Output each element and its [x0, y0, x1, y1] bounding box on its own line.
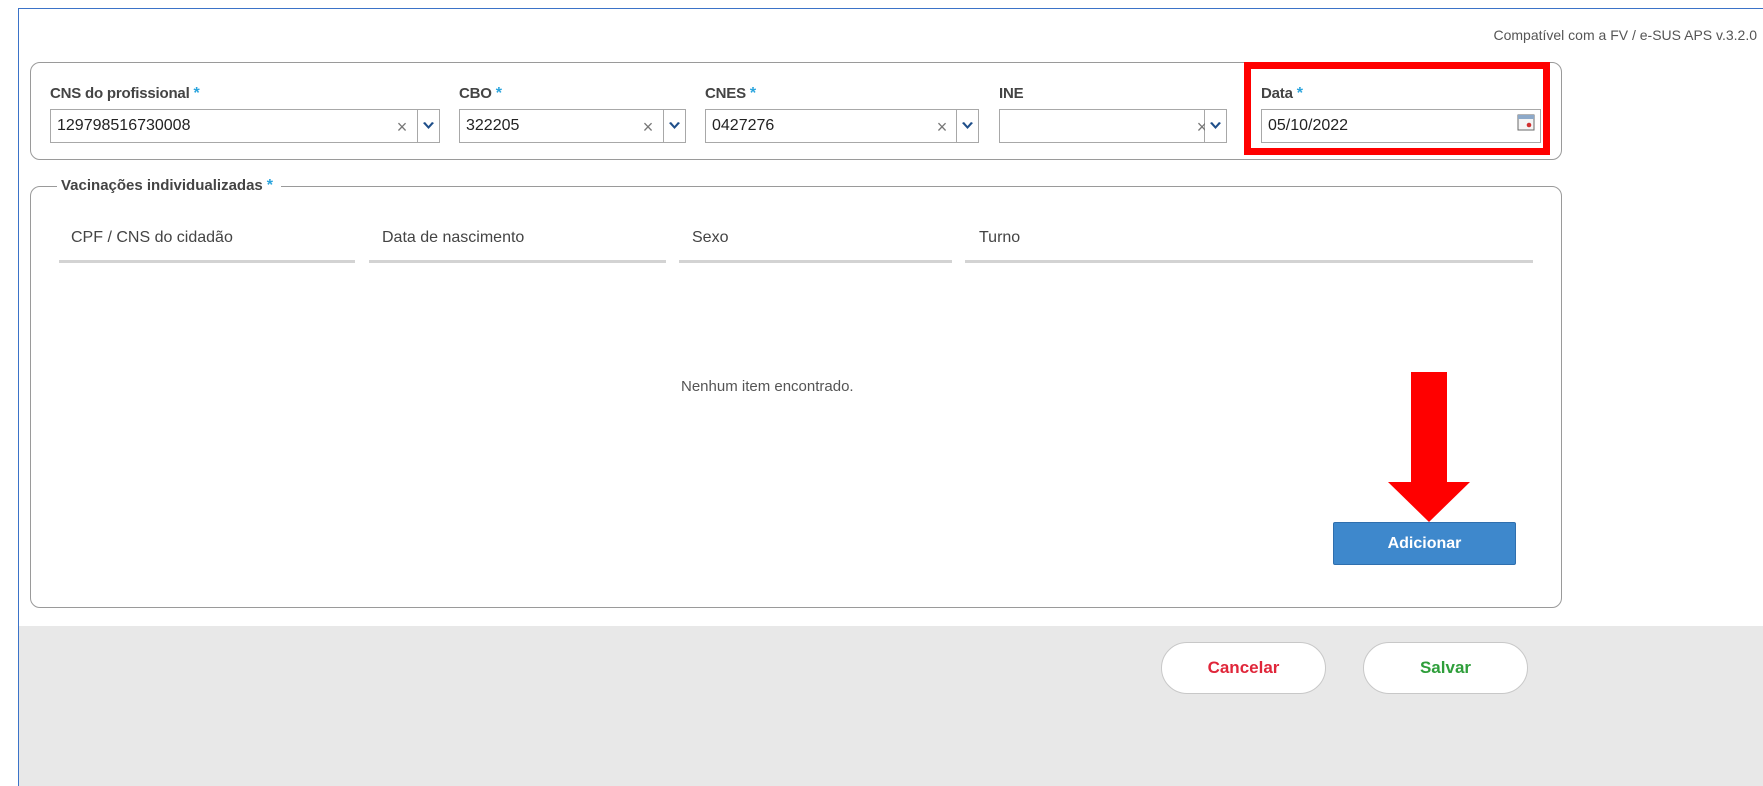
- chevron-down-icon: [1210, 122, 1221, 129]
- cns-input[interactable]: 129798516730008: [50, 109, 418, 143]
- save-button[interactable]: Salvar: [1363, 642, 1528, 694]
- vaccinations-legend: Vacinações individualizadas *: [57, 177, 281, 195]
- cnes-input[interactable]: 0427276: [705, 109, 957, 143]
- required-marker: *: [749, 85, 756, 102]
- cancel-button[interactable]: Cancelar: [1161, 642, 1326, 694]
- close-icon[interactable]: ×: [933, 109, 951, 143]
- cbo-field: CBO *: [459, 85, 502, 105]
- column-divider: [59, 260, 355, 263]
- chevron-down-icon: [423, 122, 434, 129]
- highlight-box: [1244, 62, 1550, 155]
- column-header-sex[interactable]: Sexo: [692, 229, 728, 247]
- ine-dropdown-button[interactable]: [1205, 109, 1227, 143]
- column-divider: [369, 260, 666, 263]
- add-button[interactable]: Adicionar: [1333, 522, 1516, 565]
- empty-table-message: Nenhum item encontrado.: [681, 378, 854, 395]
- cns-field: CNS do profissional *: [50, 85, 200, 105]
- ine-field: INE: [999, 85, 1024, 105]
- cnes-field: CNES *: [705, 85, 756, 105]
- column-divider: [965, 260, 1533, 263]
- column-header-birthdate[interactable]: Data de nascimento: [382, 229, 524, 247]
- cbo-label: CBO *: [459, 85, 502, 102]
- column-divider: [679, 260, 952, 263]
- column-header-cpf-cns[interactable]: CPF / CNS do cidadão: [71, 229, 233, 247]
- footer-bar: Cancelar Salvar: [19, 626, 1763, 786]
- required-marker: *: [266, 177, 273, 194]
- cns-dropdown-button[interactable]: [418, 109, 440, 143]
- cnes-dropdown-button[interactable]: [957, 109, 979, 143]
- chevron-down-icon: [669, 122, 680, 129]
- cbo-input[interactable]: 322205: [459, 109, 664, 143]
- close-icon[interactable]: ×: [393, 109, 411, 143]
- ine-input[interactable]: [999, 109, 1205, 143]
- chevron-down-icon: [962, 122, 973, 129]
- version-note: Compatível com a FV / e-SUS APS v.3.2.0: [1493, 27, 1757, 43]
- arrow-down-icon: [1388, 372, 1470, 522]
- column-header-shift[interactable]: Turno: [979, 229, 1020, 247]
- cnes-label: CNES *: [705, 85, 756, 102]
- close-icon[interactable]: ×: [639, 109, 657, 143]
- ine-label: INE: [999, 85, 1024, 102]
- cns-label: CNS do profissional *: [50, 85, 200, 102]
- required-marker: *: [193, 85, 200, 102]
- cbo-dropdown-button[interactable]: [664, 109, 686, 143]
- vaccinations-panel: Vacinações individualizadas * CPF / CNS d…: [30, 177, 1562, 608]
- required-marker: *: [495, 85, 502, 102]
